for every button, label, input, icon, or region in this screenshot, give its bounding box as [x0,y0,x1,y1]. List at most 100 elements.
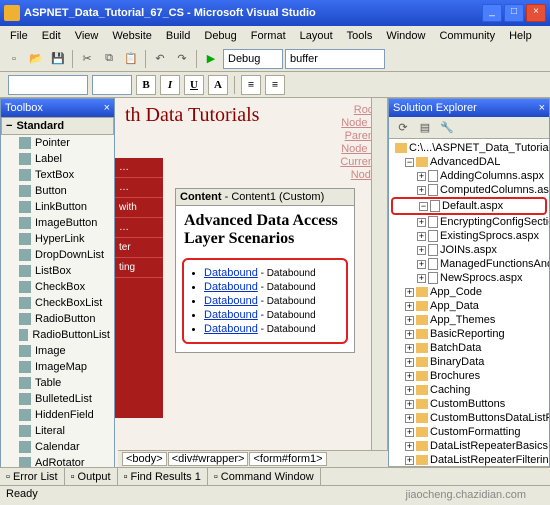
toolbox-item[interactable]: Button [1,183,114,199]
menu-community[interactable]: Community [433,28,501,44]
tree-folder[interactable]: +Brochures [391,369,547,383]
toolbox-item[interactable]: Calendar [1,439,114,455]
toolbox-item[interactable]: RadioButtonList [1,327,114,343]
refresh-icon[interactable]: ⟳ [393,118,413,138]
tree-file[interactable]: +AddingColumns.aspx [391,169,547,183]
cut-icon[interactable]: ✂ [77,49,97,69]
toolbox-item[interactable]: Table [1,375,114,391]
menu-debug[interactable]: Debug [198,28,242,44]
databound-link[interactable]: Databound [204,309,258,321]
tree-folder[interactable]: +BatchData [391,341,547,355]
tree-folder[interactable]: +App_Themes [391,313,547,327]
menu-website[interactable]: Website [106,28,158,44]
tree-folder[interactable]: +CustomFormatting [391,425,547,439]
menu-file[interactable]: File [4,28,34,44]
tag-crumb[interactable]: <body> [122,452,167,466]
config-select[interactable]: Debug [223,49,283,69]
maximize-button[interactable]: □ [504,4,524,22]
toolbox-item[interactable]: Label [1,151,114,167]
tree-folder[interactable]: +CustomButtons [391,397,547,411]
tree-file[interactable]: +JOINs.aspx [391,243,547,257]
tree-folder[interactable]: +DataListRepeaterFiltering [391,453,547,466]
toolbox-item[interactable]: ListBox [1,263,114,279]
tree-file[interactable]: +ComputedColumns.aspx [391,183,547,197]
tree-folder[interactable]: +App_Data [391,299,547,313]
tag-navigator[interactable]: <body><div#wrapper><form#form1> [118,450,388,467]
menu-view[interactable]: View [69,28,105,44]
content-placeholder[interactable]: Content - Content1 (Custom) Advanced Dat… [175,188,355,353]
font-select[interactable] [8,75,88,95]
menu-build[interactable]: Build [160,28,196,44]
tag-crumb[interactable]: <form#form1> [249,452,326,466]
open-icon[interactable]: 📂 [26,49,46,69]
toolbox-item[interactable]: CheckBox [1,279,114,295]
menu-edit[interactable]: Edit [36,28,67,44]
toolbox-item[interactable]: HiddenField [1,407,114,423]
toolbox-item[interactable]: HyperLink [1,231,114,247]
toolbox-item[interactable]: Pointer [1,135,114,151]
toolbox-item[interactable]: RadioButton [1,311,114,327]
bold-button[interactable]: B [136,75,156,95]
save-icon[interactable]: 💾 [48,49,68,69]
menu-window[interactable]: Window [380,28,431,44]
toolbox-item[interactable]: ImageButton [1,215,114,231]
output-tab[interactable]: ▫ Command Window [208,468,321,485]
designer-surface[interactable]: th Data Tutorials RootNode >ParentNode >… [115,98,388,487]
toolbox-item[interactable]: DropDownList [1,247,114,263]
toolbox-item[interactable]: Image [1,343,114,359]
tree-folder[interactable]: +BinaryData [391,355,547,369]
toolbox-item[interactable]: BulletedList [1,391,114,407]
align-left-icon[interactable]: ≡ [241,75,261,95]
toolbox-item[interactable]: TextBox [1,167,114,183]
designer-scrollbar[interactable] [371,98,387,487]
output-tab[interactable]: ▫ Output [65,468,118,485]
databound-link[interactable]: Databound [204,281,258,293]
menu-layout[interactable]: Layout [294,28,339,44]
tree-file[interactable]: +NewSprocs.aspx [391,271,547,285]
toolbox-close-icon[interactable]: × [104,102,110,114]
solexp-close-icon[interactable]: × [539,102,545,114]
tree-folder[interactable]: +App_Code [391,285,547,299]
align-center-icon[interactable]: ≡ [265,75,285,95]
output-tab[interactable]: ▫ Error List [0,468,65,485]
content-tab[interactable]: Content - Content1 (Custom) [176,189,354,206]
menu-format[interactable]: Format [245,28,292,44]
tree-folder[interactable]: −AdvancedDAL [391,155,547,169]
tree-folder[interactable]: +DataListRepeaterBasics [391,439,547,453]
tree-root[interactable]: C:\...\ASPNET_Data_Tutorial_67_CS\ [391,141,547,155]
solution-tree[interactable]: C:\...\ASPNET_Data_Tutorial_67_CS\−Advan… [389,139,549,466]
databound-link[interactable]: Databound [204,295,258,307]
menu-help[interactable]: Help [503,28,538,44]
size-select[interactable] [92,75,132,95]
tree-folder[interactable]: +Caching [391,383,547,397]
redo-icon[interactable]: ↷ [172,49,192,69]
databound-link[interactable]: Databound [204,323,258,335]
databound-link[interactable]: Databound [204,267,258,279]
tree-file[interactable]: +ManagedFunctionsAndSprocs.aspx [391,257,547,271]
paste-icon[interactable]: 📋 [121,49,141,69]
tree-folder[interactable]: +CustomButtonsDataListRepeater [391,411,547,425]
color-button[interactable]: A [208,75,228,95]
toolbox-item[interactable]: Literal [1,423,114,439]
copy-icon[interactable]: ⧉ [99,49,119,69]
run-icon[interactable]: ▶ [201,49,221,69]
output-tab[interactable]: ▫ Find Results 1 [118,468,208,485]
minimize-button[interactable]: _ [482,4,502,22]
tag-crumb[interactable]: <div#wrapper> [168,452,249,466]
nest-icon[interactable]: ▤ [415,118,435,138]
toolbox-item[interactable]: CheckBoxList [1,295,114,311]
undo-icon[interactable]: ↶ [150,49,170,69]
new-icon[interactable]: ▫ [4,49,24,69]
toolbox-item[interactable]: LinkButton [1,199,114,215]
tree-folder[interactable]: +BasicReporting [391,327,547,341]
tree-file[interactable]: +EncryptingConfigSections.aspx [391,215,547,229]
close-button[interactable]: × [526,4,546,22]
italic-button[interactable]: I [160,75,180,95]
tree-file-default[interactable]: −Default.aspx [391,197,547,215]
toolbox-item[interactable]: ImageMap [1,359,114,375]
menu-tools[interactable]: Tools [341,28,379,44]
buffer-select[interactable]: buffer [285,49,385,69]
underline-button[interactable]: U [184,75,204,95]
toolbox-category[interactable]: − Standard [1,117,114,135]
tree-file[interactable]: +ExistingSprocs.aspx [391,229,547,243]
